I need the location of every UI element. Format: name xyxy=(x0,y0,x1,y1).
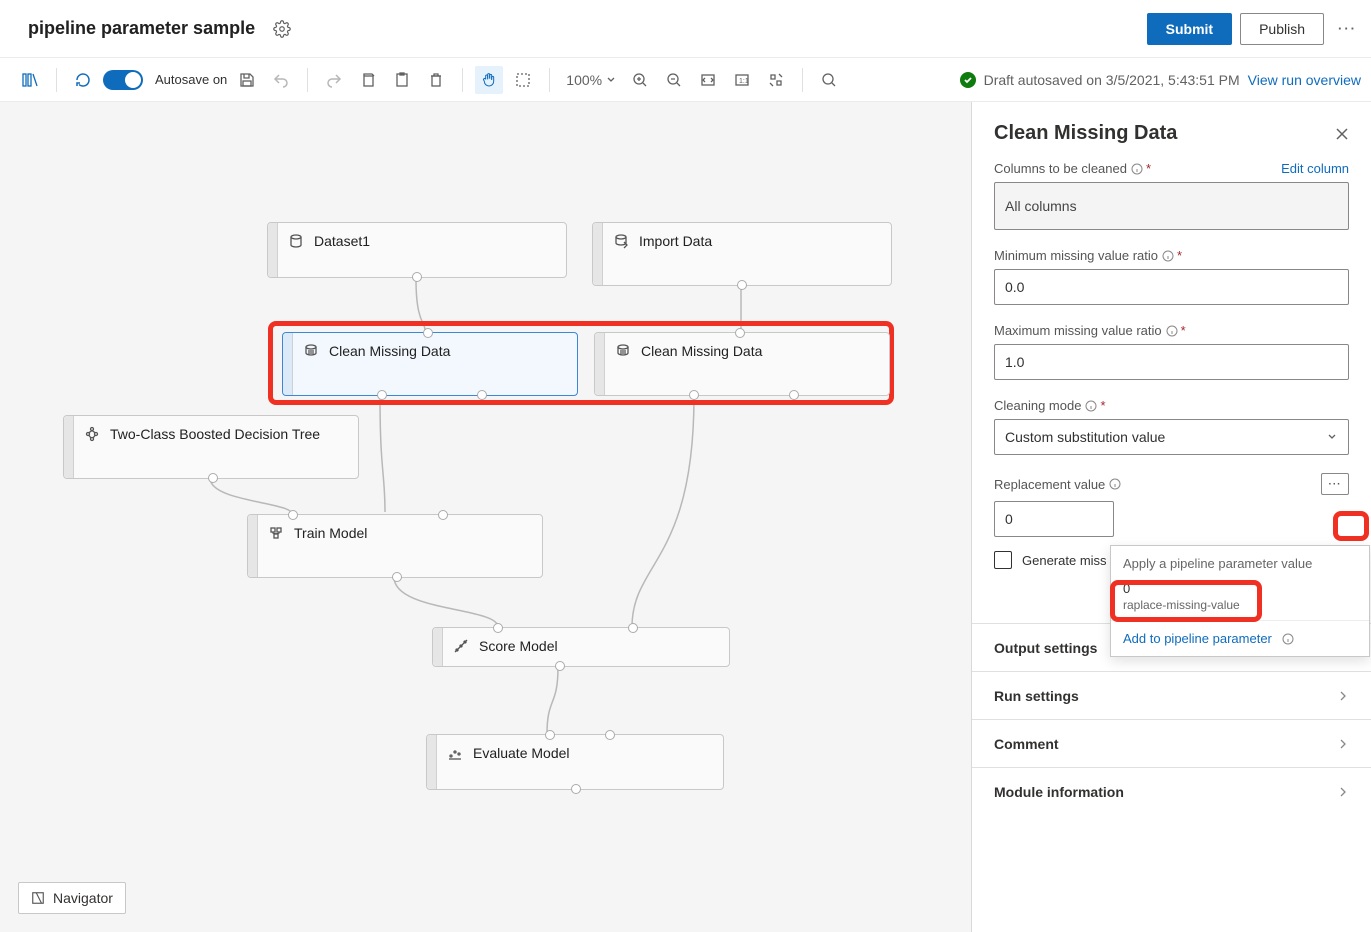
redo-icon[interactable] xyxy=(320,66,348,94)
field-label-min-ratio: Minimum missing value ratio xyxy=(994,248,1158,263)
svg-text:1:1: 1:1 xyxy=(739,78,749,85)
chevron-right-icon xyxy=(1337,786,1349,798)
properties-panel: Clean Missing Data Columns to be cleaned… xyxy=(971,102,1371,932)
popup-add-link[interactable]: Add to pipeline parameter xyxy=(1111,620,1369,656)
score-icon xyxy=(453,638,469,654)
save-icon[interactable] xyxy=(233,66,261,94)
copy-icon[interactable] xyxy=(354,66,382,94)
chevron-right-icon xyxy=(1337,738,1349,750)
zoom-out-icon[interactable] xyxy=(660,66,688,94)
edit-column-link[interactable]: Edit column xyxy=(1281,161,1349,176)
info-icon[interactable] xyxy=(1131,163,1143,175)
library-panel-icon[interactable] xyxy=(16,66,44,94)
info-icon[interactable] xyxy=(1109,478,1121,490)
pipeline-canvas[interactable]: Dataset1 Import Data Clean Missing Data … xyxy=(0,102,971,932)
zoom-level[interactable]: 100% xyxy=(562,72,620,88)
highlight-box-more-button xyxy=(1333,511,1369,541)
info-icon xyxy=(1282,633,1294,645)
navigator-label: Navigator xyxy=(53,890,113,906)
field-label-columns: Columns to be cleaned xyxy=(994,161,1127,176)
toolbar: Autosave on 100% 1:1 Draft autosaved on … xyxy=(0,58,1371,102)
node-two-class-boosted[interactable]: Two-Class Boosted Decision Tree xyxy=(63,415,359,479)
close-panel-icon[interactable] xyxy=(1335,127,1349,141)
navigator-button[interactable]: Navigator xyxy=(18,882,126,914)
replacement-more-button[interactable]: ··· xyxy=(1321,473,1349,495)
node-dataset1[interactable]: Dataset1 xyxy=(267,222,567,278)
node-train-model[interactable]: Train Model xyxy=(247,514,543,578)
popup-heading: Apply a pipeline parameter value xyxy=(1111,546,1369,577)
highlight-box-param-item xyxy=(1110,580,1262,622)
node-label: Score Model xyxy=(479,638,558,654)
dataset-icon xyxy=(288,233,304,249)
panel-title: Clean Missing Data xyxy=(994,122,1335,145)
auto-layout-icon[interactable] xyxy=(762,66,790,94)
node-clean-missing-data-selected[interactable]: Clean Missing Data xyxy=(282,332,578,396)
node-label: Clean Missing Data xyxy=(641,343,762,359)
zoom-in-icon[interactable] xyxy=(626,66,654,94)
model-icon xyxy=(268,525,284,541)
chevron-down-icon xyxy=(1326,431,1338,443)
evaluate-icon xyxy=(447,745,463,761)
actual-size-icon[interactable]: 1:1 xyxy=(728,66,756,94)
publish-button[interactable]: Publish xyxy=(1240,13,1324,45)
accordion-run-settings[interactable]: Run settings xyxy=(972,671,1371,719)
info-icon[interactable] xyxy=(1085,400,1097,412)
delete-icon[interactable] xyxy=(422,66,450,94)
navigator-icon xyxy=(31,891,45,905)
clean-icon xyxy=(303,343,319,359)
field-label-max-ratio: Maximum missing value ratio xyxy=(994,323,1162,338)
info-icon[interactable] xyxy=(1162,250,1174,262)
replacement-value-input[interactable]: 0 xyxy=(994,501,1114,537)
node-label: Evaluate Model xyxy=(473,745,570,761)
node-clean-missing-data-2[interactable]: Clean Missing Data xyxy=(594,332,890,396)
node-label: Dataset1 xyxy=(314,233,370,249)
search-icon[interactable] xyxy=(815,66,843,94)
clean-icon xyxy=(615,343,631,359)
node-evaluate-model[interactable]: Evaluate Model xyxy=(426,734,724,790)
settings-gear-icon[interactable] xyxy=(273,20,291,38)
min-ratio-input[interactable]: 0.0 xyxy=(994,269,1349,305)
refresh-icon[interactable] xyxy=(69,66,97,94)
chevron-right-icon xyxy=(1337,690,1349,702)
pan-hand-icon[interactable] xyxy=(475,66,503,94)
node-import-data[interactable]: Import Data xyxy=(592,222,892,286)
app-header: pipeline parameter sample Submit Publish… xyxy=(0,0,1371,58)
fit-screen-icon[interactable] xyxy=(694,66,722,94)
accordion-module-info[interactable]: Module information xyxy=(972,767,1371,815)
autosave-status: Draft autosaved on 3/5/2021, 5:43:51 PM … xyxy=(960,72,1361,88)
info-icon[interactable] xyxy=(1166,325,1178,337)
accordion-comment[interactable]: Comment xyxy=(972,719,1371,767)
tree-icon xyxy=(84,426,100,442)
view-run-link[interactable]: View run overview xyxy=(1248,72,1361,88)
node-label: Two-Class Boosted Decision Tree xyxy=(110,426,320,442)
status-text: Draft autosaved on 3/5/2021, 5:43:51 PM xyxy=(984,72,1240,88)
node-score-model[interactable]: Score Model xyxy=(432,627,730,667)
node-label: Train Model xyxy=(294,525,367,541)
field-label-mode: Cleaning mode xyxy=(994,398,1081,413)
more-actions-icon[interactable]: ··· xyxy=(1338,21,1357,36)
page-title: pipeline parameter sample xyxy=(28,18,255,39)
field-label-replacement: Replacement value xyxy=(994,477,1105,492)
columns-value-box: All columns xyxy=(994,182,1349,230)
submit-button[interactable]: Submit xyxy=(1147,13,1232,45)
undo-icon[interactable] xyxy=(267,66,295,94)
cleaning-mode-select[interactable]: Custom substitution value xyxy=(994,419,1349,455)
node-label: Import Data xyxy=(639,233,712,249)
max-ratio-input[interactable]: 1.0 xyxy=(994,344,1349,380)
node-label: Clean Missing Data xyxy=(329,343,450,359)
autosave-label: Autosave on xyxy=(155,72,227,87)
success-check-icon xyxy=(960,72,976,88)
generate-label: Generate miss xyxy=(1022,553,1107,568)
select-icon[interactable] xyxy=(509,66,537,94)
paste-icon[interactable] xyxy=(388,66,416,94)
autosave-toggle[interactable] xyxy=(103,70,143,90)
main-area: Dataset1 Import Data Clean Missing Data … xyxy=(0,102,1371,932)
import-icon xyxy=(613,233,629,249)
checkbox[interactable] xyxy=(994,551,1012,569)
